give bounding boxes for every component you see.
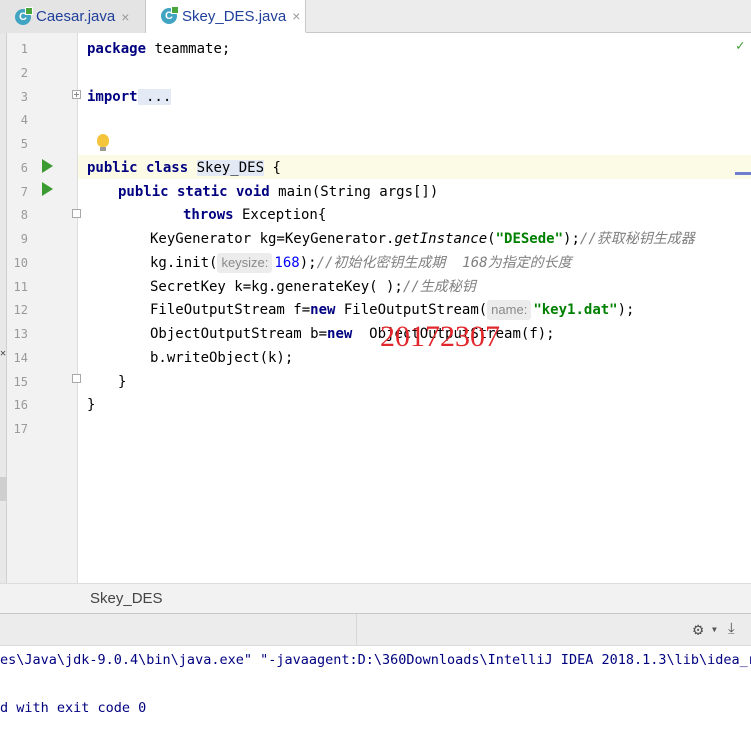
run-tool-window-header: ⚙ ▼ ⤓ [0, 613, 751, 647]
watermark-text: 20172307 [380, 320, 500, 353]
console-line: d with exit code 0 [0, 700, 147, 716]
line-number: 15 [13, 375, 28, 389]
line-number: 4 [20, 113, 28, 127]
code-line[interactable]: package teammate; [87, 39, 230, 59]
console-line: es\Java\jdk-9.0.4\bin\java.exe" "-javaag… [0, 652, 751, 668]
line-number: 12 [13, 303, 28, 317]
line-number: 1 [20, 42, 28, 56]
hide-panel-icon[interactable]: ⤓ [728, 619, 735, 637]
line-number: 7 [20, 185, 28, 199]
code-line[interactable]: } [118, 372, 126, 392]
line-number: 17 [13, 422, 28, 436]
code-line[interactable]: throws Exception{ [183, 205, 326, 225]
line-number: 14 [13, 351, 28, 365]
tab-label: Caesar.java [36, 8, 116, 25]
line-number: 3 [20, 90, 28, 104]
run-icon[interactable] [42, 182, 53, 196]
line-number: 5 [20, 137, 28, 151]
run-icon[interactable] [42, 159, 53, 173]
gear-icon[interactable]: ⚙ [693, 620, 703, 640]
code-line[interactable]: SecretKey k=kg.generateKey( );//生成秘钥 [150, 277, 476, 297]
line-number: 11 [13, 280, 28, 294]
chevron-down-icon[interactable]: ▼ [712, 625, 717, 634]
tab-skey-des-java[interactable]: Skey_DES.java × [146, 0, 306, 33]
java-class-icon [161, 6, 179, 24]
line-number: 9 [20, 232, 28, 246]
line-number: 2 [20, 66, 28, 80]
line-number: 8 [20, 208, 28, 222]
fold-expand-icon[interactable] [72, 90, 81, 99]
code-line[interactable]: b.writeObject(k); [150, 348, 293, 368]
code-line[interactable]: } [87, 395, 95, 415]
parameter-hint: keysize: [217, 253, 273, 273]
code-line[interactable]: import ... [87, 87, 172, 107]
tab-label: Skey_DES.java [182, 7, 287, 25]
java-class-icon [15, 6, 33, 25]
code-line[interactable]: KeyGenerator kg=KeyGenerator.getInstance… [150, 229, 695, 249]
code-line[interactable]: FileOutputStream f=new FileOutputStream(… [150, 300, 634, 320]
code-line[interactable]: public static void main(String args[]) [118, 182, 438, 202]
lightbulb-icon[interactable] [97, 134, 109, 151]
fold-end-icon[interactable] [72, 374, 81, 383]
code-line[interactable]: public class Skey_DES { [87, 158, 281, 178]
inspection-ok-icon[interactable]: ✓ [736, 38, 744, 54]
fold-collapse-icon[interactable] [72, 209, 81, 218]
editor-tab-bar: Caesar.java × Skey_DES.java × [0, 0, 751, 33]
breadcrumb[interactable]: Skey_DES [0, 583, 751, 613]
run-console[interactable]: ✕ es\Java\jdk-9.0.4\bin\java.exe" "-java… [0, 348, 751, 752]
close-icon[interactable]: × [121, 9, 129, 25]
divider [356, 614, 357, 647]
parameter-hint: name: [487, 300, 532, 320]
class-name: Skey_DES [196, 160, 265, 176]
code-line[interactable]: kg.init(keysize: 168);//初始化密钥生成期 168为指定的长… [150, 253, 572, 273]
line-number: 6 [20, 161, 28, 175]
close-icon[interactable]: × [292, 8, 300, 24]
line-number: 13 [13, 327, 28, 341]
breadcrumb-item[interactable]: Skey_DES [90, 590, 163, 607]
tab-caesar-java[interactable]: Caesar.java × [0, 0, 146, 33]
line-number: 16 [13, 398, 28, 412]
line-number: 10 [13, 256, 28, 270]
close-icon[interactable]: ✕ [0, 348, 6, 359]
scrollbar-marker[interactable] [735, 172, 751, 175]
